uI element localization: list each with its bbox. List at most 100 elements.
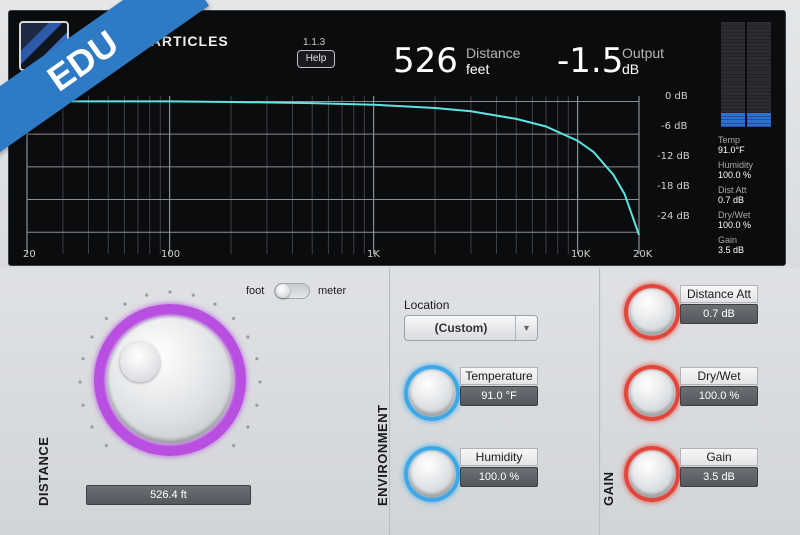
meter-segment	[747, 67, 771, 71]
stat-value: 0.7 dB	[718, 195, 745, 205]
stat-value: 3.5 dB	[718, 245, 745, 255]
unit-toggle[interactable]	[274, 283, 310, 299]
meter-segment	[721, 106, 745, 110]
meter-segment	[747, 46, 771, 50]
freq-label: 20	[23, 249, 36, 260]
meter-segment	[747, 36, 771, 40]
meter-segment	[721, 81, 745, 85]
stat-label: Dist Att	[718, 185, 747, 195]
knob-scale-dot	[213, 302, 217, 306]
chevron-down-icon[interactable]: ▼	[515, 316, 537, 340]
humidity-value-field[interactable]: 100.0 %	[460, 467, 538, 487]
frequency-response-graph	[26, 96, 640, 254]
distance-knob-grip[interactable]	[120, 342, 160, 382]
stat-label: Humidity	[718, 160, 754, 170]
meter-segment	[721, 95, 745, 99]
meter-segment	[721, 85, 745, 89]
distance-att-label: Distance Att	[680, 285, 758, 303]
meter-segment	[747, 43, 771, 47]
meter-segment	[747, 71, 771, 75]
meter-segment	[721, 29, 745, 33]
meter-segment	[747, 123, 771, 127]
stat-value: 100.0 %	[718, 170, 752, 180]
knob-scale-dot	[104, 444, 108, 448]
knob-scale-dot	[123, 302, 127, 306]
knob-scale-dot	[232, 444, 236, 448]
distance-value-field[interactable]: 526.4 ft	[86, 485, 251, 505]
meter-segment	[721, 43, 745, 47]
stat-value: 91.0°F	[718, 145, 745, 155]
meter-segment	[747, 102, 771, 106]
distance-readout: 526	[393, 41, 458, 81]
meter-segment	[721, 46, 745, 50]
meter-segment	[721, 120, 745, 124]
db-label: -6 dB	[661, 121, 688, 132]
gain-label: Gain	[680, 448, 758, 466]
dry-wet-label: Dry/Wet	[680, 367, 758, 385]
meter-segment	[721, 39, 745, 43]
knob-scale-dot	[255, 403, 259, 407]
temperature-value-field[interactable]: 91.0 °F	[460, 386, 538, 406]
meter-segment	[747, 81, 771, 85]
distance-att-value-field[interactable]: 0.7 dB	[680, 304, 758, 324]
freq-label: 100	[161, 249, 181, 260]
frequency-response-curve	[27, 100, 640, 236]
meter-segment	[721, 36, 745, 40]
meter-segment	[721, 113, 745, 117]
knob-scale-dot	[90, 425, 94, 429]
temperature-knob[interactable]	[410, 371, 454, 415]
meter-segment	[747, 106, 771, 110]
output-level-meters	[721, 22, 771, 127]
meter-segment	[721, 22, 745, 26]
meter-segment	[721, 102, 745, 106]
meter-segment	[747, 50, 771, 54]
freq-label: 10K	[571, 249, 591, 260]
gain-section-title: GAIN	[601, 471, 616, 507]
output-readout-label: Output	[622, 45, 665, 61]
dry-wet-knob[interactable]	[630, 371, 674, 415]
help-button[interactable]: Help	[297, 50, 335, 68]
knob-scale-dot	[258, 380, 262, 384]
humidity-label: Humidity	[460, 448, 538, 466]
freq-label: 1K	[367, 249, 380, 260]
gain-knob[interactable]	[630, 452, 674, 496]
meter-segment	[747, 78, 771, 82]
gain-value-field[interactable]: 3.5 dB	[680, 467, 758, 487]
meter-segment	[721, 32, 745, 36]
version-label: 1.1.3	[303, 37, 326, 48]
meter-segment	[721, 67, 745, 71]
humidity-knob[interactable]	[410, 452, 454, 496]
db-label: -18 dB	[657, 181, 690, 192]
meter-segment	[747, 85, 771, 89]
meter-segment	[721, 99, 745, 103]
db-label: -24 dB	[657, 211, 690, 222]
meter-segment	[747, 109, 771, 113]
meter-segment	[721, 50, 745, 54]
unit-toggle-thumb[interactable]	[276, 284, 290, 298]
meter-segment	[721, 88, 745, 92]
distance-readout-unit: feet	[466, 61, 490, 77]
meter-segment	[721, 74, 745, 78]
output-readout-unit: dB	[622, 61, 640, 77]
meter-segment	[747, 64, 771, 68]
meter-segment	[747, 25, 771, 29]
knob-scale-dot	[81, 403, 85, 407]
knob-scale-dot	[246, 425, 250, 429]
unit-meter-label: meter	[318, 285, 347, 297]
output-readout: -1.5	[557, 41, 624, 81]
distance-knob[interactable]	[108, 318, 232, 442]
distance-readout-label: Distance	[466, 45, 521, 61]
location-select[interactable]: (Custom) ▼	[404, 315, 538, 341]
meter-segment	[721, 25, 745, 29]
meter-left	[721, 22, 745, 127]
distance-att-knob[interactable]	[630, 290, 674, 334]
meter-segment	[747, 92, 771, 96]
meter-segment	[721, 92, 745, 96]
knob-scale-dot	[191, 293, 195, 297]
meter-segment	[721, 71, 745, 75]
dry-wet-value-field[interactable]: 100.0 %	[680, 386, 758, 406]
meter-segment	[747, 99, 771, 103]
meter-segment	[747, 113, 771, 117]
knob-scale-dot	[104, 316, 108, 320]
meter-segment	[747, 116, 771, 120]
